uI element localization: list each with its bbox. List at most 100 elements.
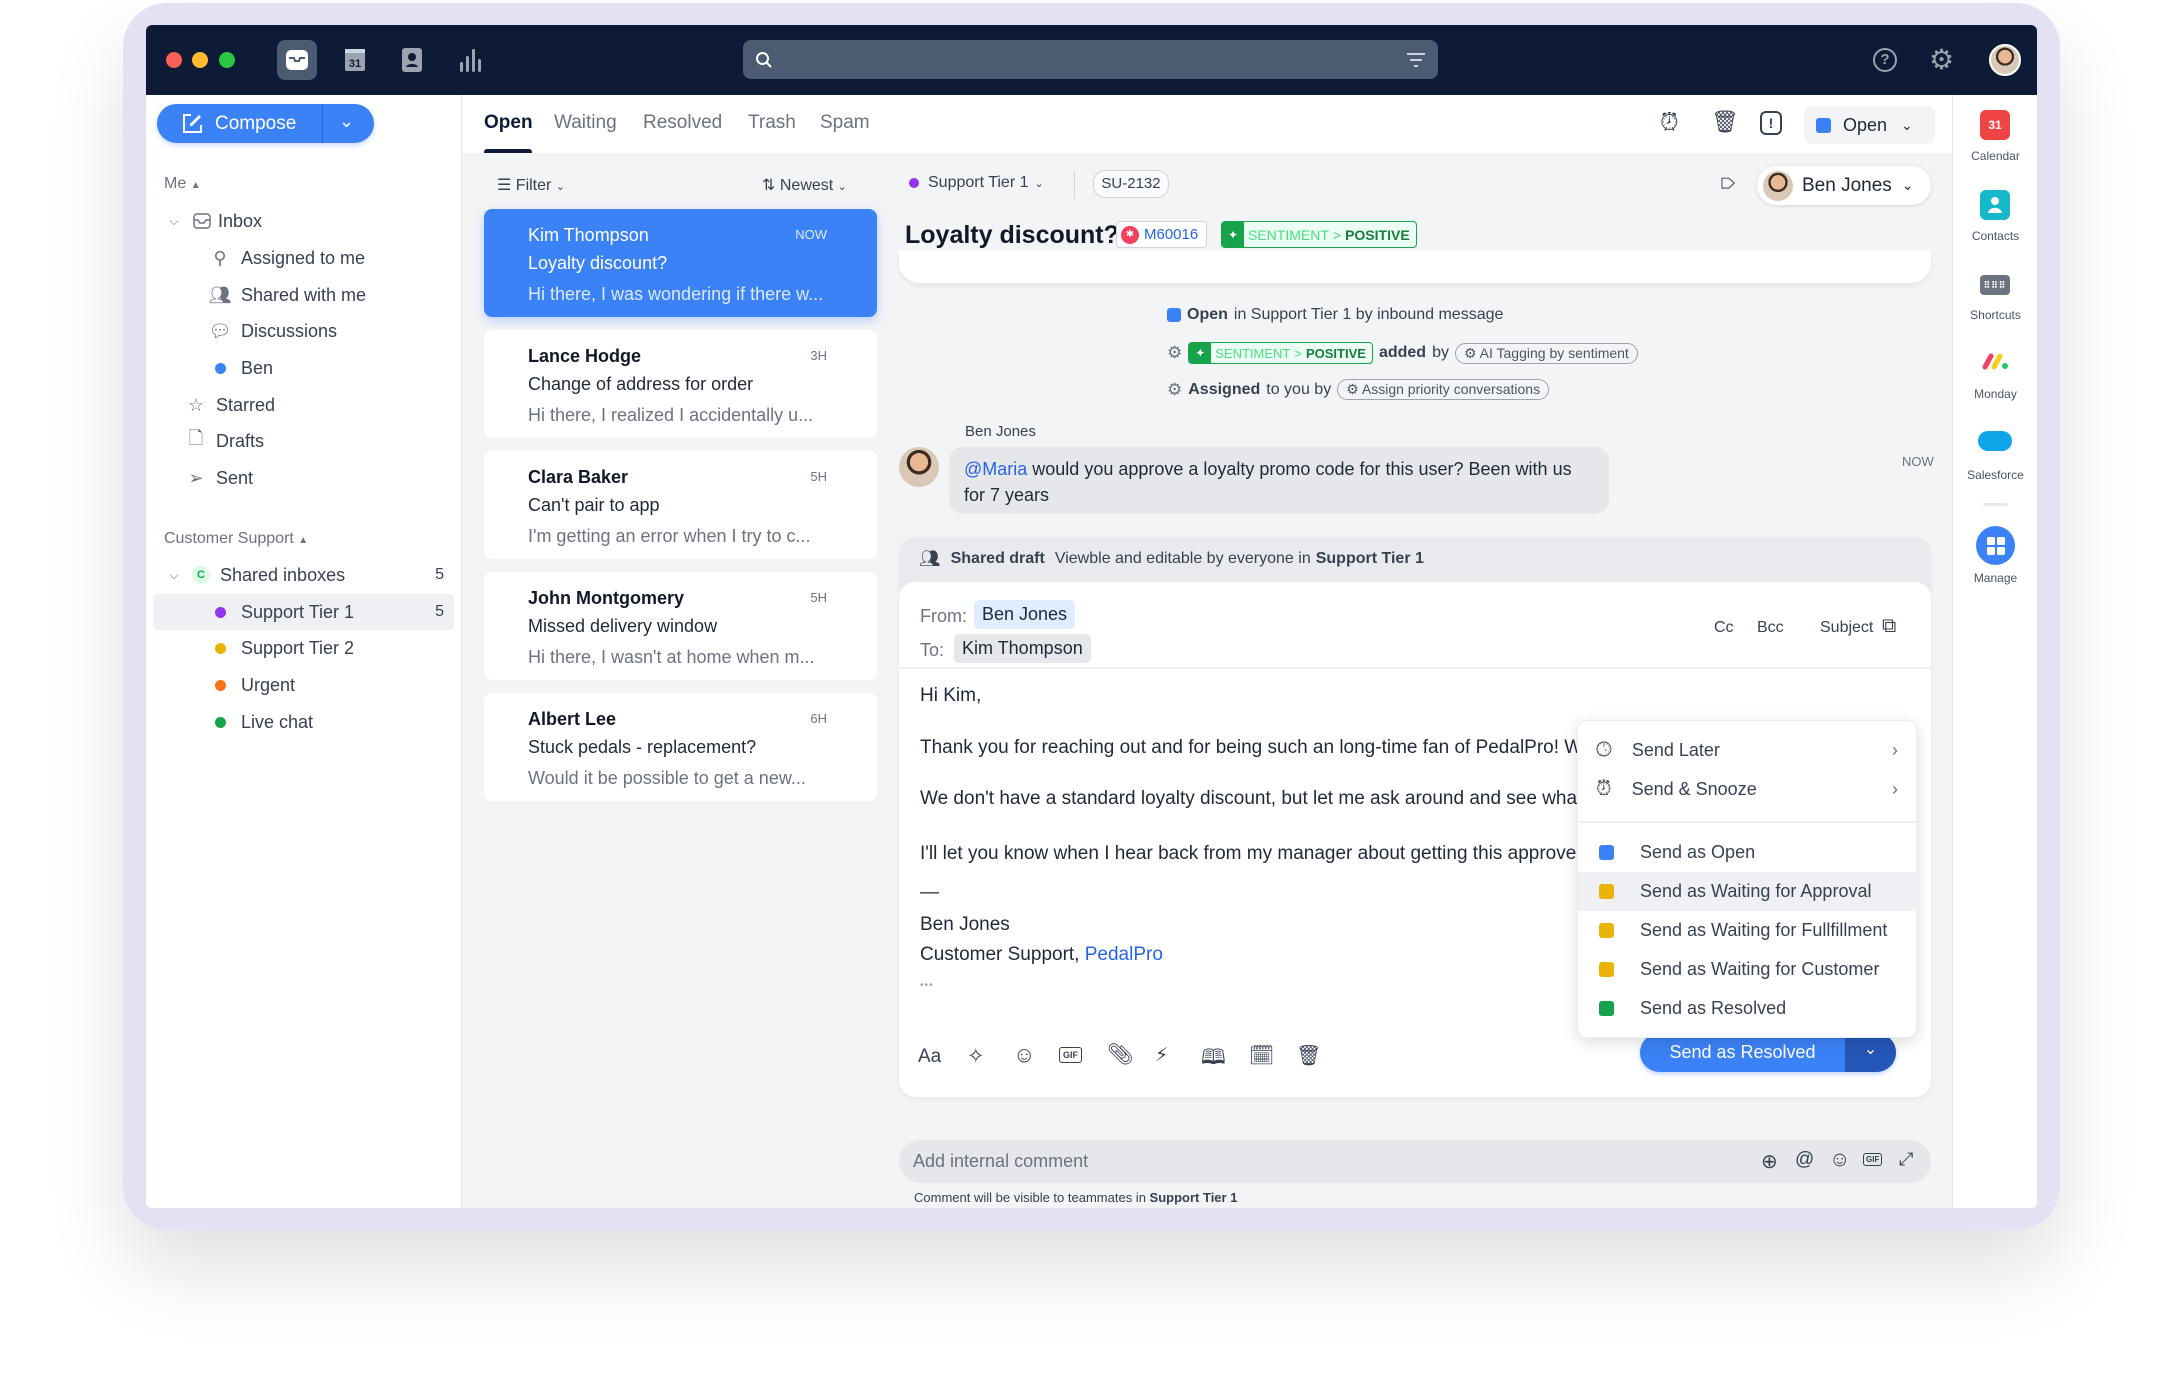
gif-icon[interactable]: GIF — [1863, 1153, 1883, 1166]
search-input[interactable] — [743, 40, 1438, 79]
sidebar-item-shared-inboxes[interactable]: ⌵ C Shared inboxes 5 — [164, 560, 444, 590]
salesforce-cloud-icon[interactable] — [1978, 431, 2012, 451]
sidebar-item-shared-with-me[interactable]: 👥︎ Shared with me — [209, 280, 366, 310]
conversation-id-badge[interactable]: SU-2132 — [1093, 170, 1169, 198]
discard-draft-trash-icon[interactable]: 🗑︎ — [1296, 1043, 1321, 1068]
knowledge-base-book-icon[interactable]: 🕮 — [1201, 1043, 1226, 1078]
me-section-header[interactable]: Me ▲ — [164, 175, 201, 193]
cc-button[interactable]: Cc — [1714, 619, 1734, 637]
sentiment-tag[interactable]: ✦ SENTIMENT > POSITIVE — [1188, 342, 1373, 364]
maximize-window-button[interactable] — [219, 52, 235, 68]
menu-item-send-as-open[interactable]: Send as Open — [1578, 833, 1918, 872]
help-icon[interactable]: ? — [1873, 48, 1897, 72]
attachment-icon[interactable]: 📎︎ — [1107, 1043, 1134, 1067]
rule-chip[interactable]: ⚙ Assign priority conversations — [1337, 379, 1550, 400]
analytics-app-button[interactable] — [450, 40, 490, 80]
sidebar-item-sent[interactable]: ➢ Sent — [186, 463, 253, 493]
assignee-dropdown[interactable]: Ben Jones ⌄ — [1757, 166, 1931, 205]
user-avatar[interactable] — [1989, 44, 2021, 76]
snooze-alarm-icon[interactable]: ⏰︎ — [1660, 109, 1679, 137]
body-line[interactable]: We don't have a standard loyalty discoun… — [920, 788, 1577, 810]
sidebar-item-live-chat[interactable]: Live chat — [210, 707, 313, 737]
close-window-button[interactable] — [166, 52, 182, 68]
compose-button[interactable]: Compose ⌄ — [157, 104, 374, 143]
conversation-item[interactable]: Kim Thompson NOW Loyalty discount? Hi there… — [484, 209, 877, 317]
emoji-icon[interactable]: ☺ — [1829, 1148, 1850, 1172]
internal-comment-input[interactable]: Add internal comment ⊕ @ ☺ GIF ⤢ — [899, 1140, 1931, 1183]
sidebar-item-assigned-to-me[interactable]: ⚲ Assigned to me — [210, 243, 365, 273]
body-line[interactable]: I'll let you know when I hear back from … — [920, 843, 1576, 865]
menu-item-send-as-waiting-for-fulfillment[interactable]: Send as Waiting for Fullfillment — [1578, 911, 1918, 950]
sidebar-item-support-tier-2[interactable]: Support Tier 2 — [210, 633, 354, 663]
calendar-app-icon[interactable]: 31 — [1980, 110, 2010, 140]
pop-out-icon[interactable]: ⧉ — [1882, 615, 1896, 638]
sidebar-item-ben[interactable]: Ben — [210, 353, 273, 383]
from-chip[interactable]: Ben Jones — [974, 600, 1076, 629]
compose-options-chevron-icon[interactable]: ⌄ — [339, 111, 354, 132]
sentiment-tag[interactable]: ✦ SENTIMENT > POSITIVE — [1221, 221, 1417, 248]
menu-item-send-as-waiting-for-customer[interactable]: Send as Waiting for Customer — [1578, 950, 1918, 989]
manage-apps-icon[interactable] — [1976, 526, 2015, 565]
menu-item-send-as-resolved[interactable]: Send as Resolved — [1578, 989, 1918, 1028]
signature-name[interactable]: Ben Jones — [920, 914, 1010, 936]
sidebar-item-discussions[interactable]: 💬︎ Discussions — [209, 316, 337, 346]
contacts-app-icon[interactable] — [1980, 190, 2010, 220]
filter-icon[interactable] — [1406, 52, 1426, 68]
subject-button[interactable]: Subject — [1820, 619, 1873, 637]
rule-chip[interactable]: ⚙ AI Tagging by sentiment — [1454, 342, 1638, 364]
pedalpro-link[interactable]: PedalPro — [1085, 944, 1163, 965]
sidebar-item-support-tier-1[interactable]: Support Tier 1 5 — [210, 597, 444, 627]
contacts-app-button[interactable] — [392, 40, 432, 80]
menu-item-send-as-waiting-for-approval[interactable]: Send as Waiting for Approval — [1578, 872, 1918, 911]
keyboard-shortcuts-icon[interactable]: ⠿⠿⠿ — [1980, 275, 2010, 295]
gif-icon[interactable]: GIF — [1059, 1047, 1082, 1063]
menu-item-send-later[interactable]: 🕓︎ Send Later › — [1578, 731, 1918, 770]
body-line[interactable]: Thank you for reaching out and for being… — [920, 737, 1582, 759]
inbox-selector[interactable]: Support Tier 1 ⌄ — [909, 174, 1044, 192]
show-quoted-text-button[interactable]: ••• — [920, 980, 934, 991]
sidebar-item-drafts[interactable]: 🗋︎ Drafts — [186, 426, 264, 456]
customer-support-section-header[interactable]: Customer Support ▲ — [164, 530, 308, 548]
tab-trash[interactable]: Trash — [748, 112, 796, 134]
tag-icon[interactable]: ⌂ — [1714, 176, 1742, 191]
ai-sparkle-icon[interactable]: ✧ — [967, 1044, 985, 1069]
expand-icon[interactable]: ⤢ — [1899, 1149, 1913, 1170]
sidebar-item-inbox[interactable]: ⌵ Inbox — [164, 206, 262, 236]
trash-icon[interactable]: 🗑︎ — [1711, 109, 1739, 135]
text-format-button[interactable]: Aa — [918, 1046, 941, 1068]
tab-waiting[interactable]: Waiting — [554, 112, 617, 134]
tab-open[interactable]: Open — [484, 112, 533, 134]
conversation-item[interactable]: Albert Lee 6H Stuck pedals - replacement? W… — [484, 693, 877, 801]
settings-gear-icon[interactable]: ⚙ — [1929, 43, 1954, 76]
conversation-item[interactable]: John Montgomery 5H Missed delivery window H… — [484, 572, 877, 680]
filter-button[interactable]: ☰ Filter ⌄ — [497, 175, 565, 195]
bcc-button[interactable]: Bcc — [1757, 619, 1784, 637]
calendar-app-button[interactable]: 31 — [335, 40, 375, 80]
mention-at-icon[interactable]: @ — [1795, 1149, 1814, 1171]
emoji-icon[interactable]: ☺ — [1013, 1042, 1035, 1068]
spam-shield-icon[interactable]: ! — [1760, 111, 1782, 135]
sidebar-item-starred[interactable]: ☆ Starred — [186, 390, 275, 420]
minimize-window-button[interactable] — [192, 52, 208, 68]
menu-item-send-and-snooze[interactable]: ⏰︎ Send & Snooze › — [1578, 770, 1918, 809]
inbox-app-button[interactable] — [277, 40, 317, 80]
conversation-item[interactable]: Clara Baker 5H Can't pair to app I'm gettin… — [484, 451, 877, 559]
send-options-chevron-icon[interactable]: ⌄ — [1845, 1033, 1896, 1072]
chevron-down-icon[interactable]: ⌵ — [164, 211, 184, 231]
status-dropdown[interactable]: Open ⌄ — [1804, 106, 1935, 144]
chevron-down-icon[interactable]: ⌵ — [164, 565, 184, 585]
snippet-bolt-icon[interactable]: ⚡︎ — [1155, 1044, 1168, 1067]
linked-issue-badge[interactable]: ✱ M60016 — [1116, 221, 1208, 248]
schedule-template-icon[interactable]: 🗓︎ — [1249, 1043, 1274, 1068]
body-line[interactable]: — — [920, 882, 939, 904]
send-button[interactable]: Send as Resolved — [1640, 1033, 1845, 1072]
to-recipient-chip[interactable]: Kim Thompson — [954, 634, 1091, 663]
body-line[interactable]: Hi Kim, — [920, 685, 981, 707]
monday-logo-icon[interactable] — [1981, 351, 2011, 371]
add-plus-icon[interactable]: ⊕ — [1761, 1149, 1778, 1174]
sort-button[interactable]: ⇅ Newest ⌄ — [762, 175, 847, 195]
conversation-item[interactable]: Lance Hodge 3H Change of address for order… — [484, 330, 877, 438]
tab-resolved[interactable]: Resolved — [643, 112, 722, 134]
mention-link[interactable]: @Maria — [964, 459, 1027, 479]
sidebar-item-urgent[interactable]: Urgent — [210, 670, 295, 700]
